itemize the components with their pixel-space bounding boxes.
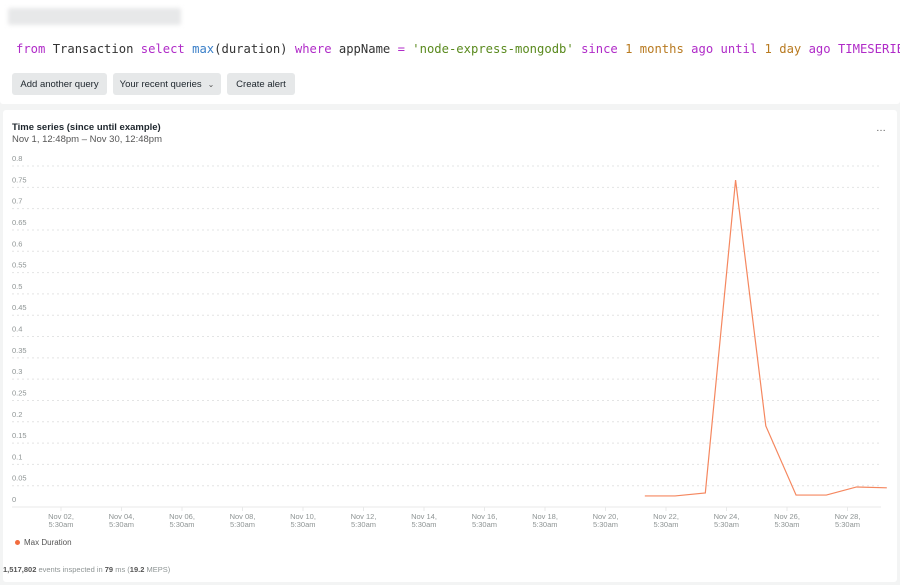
- y-tick-label: 0.65: [12, 218, 27, 227]
- footer-text: MEPS): [144, 565, 171, 574]
- y-tick-label: 0.45: [12, 303, 27, 312]
- y-tick-label: 0.35: [12, 346, 27, 355]
- x-tick-label: Nov 04, 5:30am: [109, 512, 135, 529]
- x-tick-label: Nov 20, 5:30am: [593, 512, 619, 529]
- footer-text: ms (: [113, 565, 130, 574]
- legend-label[interactable]: Max Duration: [24, 538, 72, 547]
- x-tick-label: Nov 14, 5:30am: [411, 512, 437, 529]
- query-token: day: [779, 42, 802, 56]
- recent-queries-label: Your recent queries: [119, 78, 202, 90]
- query-token: select: [140, 42, 185, 56]
- query-token: ago: [691, 42, 714, 56]
- y-tick-label: 0.8: [12, 154, 22, 163]
- query-token: [632, 42, 639, 56]
- create-alert-button[interactable]: Create alert: [227, 73, 295, 95]
- query-token: [618, 42, 625, 56]
- query-token: from: [16, 42, 46, 56]
- query-token: max: [192, 42, 215, 56]
- x-tick-label: Nov 22, 5:30am: [653, 512, 679, 529]
- query-panel: from Transaction select max(duration) wh…: [0, 0, 900, 104]
- y-tick-label: 0.1: [12, 452, 22, 461]
- query-token: since: [581, 42, 618, 56]
- y-tick-label: 0.7: [12, 197, 22, 206]
- query-token: where: [294, 42, 332, 56]
- query-token: [831, 42, 838, 56]
- x-tick-label: Nov 16, 5:30am: [472, 512, 498, 529]
- y-tick-label: 0.25: [12, 388, 27, 397]
- chevron-down-icon: ⌄: [207, 79, 215, 89]
- series-line-max-duration: [644, 179, 887, 497]
- query-token: ago: [808, 42, 831, 56]
- chart-panel: Time series (since until example) Nov 1,…: [3, 110, 897, 582]
- x-tick-label: Nov 10, 5:30am: [290, 512, 316, 529]
- query-token: Transaction: [45, 42, 141, 56]
- query-token: 'node-express-mongodb': [412, 42, 574, 56]
- query-token: [574, 42, 581, 56]
- line-chart: 0 0.05 0.1 0.15 0.2 0.25 0.3 0.35 0.4 0.45 0.5 0.55…: [12, 154, 887, 529]
- x-tick-label: Nov 02, 5:30am: [48, 512, 74, 529]
- create-alert-label: Create alert: [236, 78, 286, 90]
- x-tick-label: Nov 12, 5:30am: [351, 512, 377, 529]
- query-token: appName: [331, 42, 398, 56]
- y-tick-label: 0.3: [12, 367, 22, 376]
- legend-swatch: [15, 540, 20, 545]
- legend: Max Duration: [15, 538, 72, 547]
- x-tick-label: Nov 26, 5:30am: [774, 512, 800, 529]
- x-tick-label: Nov 08, 5:30am: [230, 512, 256, 529]
- query-token: [757, 42, 764, 56]
- y-tick-label: 0: [12, 495, 16, 504]
- add-another-query-label: Add another query: [20, 78, 99, 90]
- meps-value: 19.2: [129, 565, 145, 574]
- events-count: 1,517,802: [3, 565, 37, 574]
- query-token: [801, 42, 808, 56]
- performance-footer: 1,517,802 events inspected in 79 ms (19.…: [3, 565, 170, 574]
- x-tick-label: Nov 24, 5:30am: [714, 512, 740, 529]
- query-token: months: [639, 42, 684, 56]
- query-token: until: [720, 42, 758, 56]
- nrql-query-editor[interactable]: from Transaction select max(duration) wh…: [16, 42, 900, 56]
- x-tick-label: Nov 28, 5:30am: [835, 512, 861, 529]
- query-token: [713, 42, 720, 56]
- y-tick-label: 0.5: [12, 282, 22, 291]
- y-tick-label: 0.4: [12, 325, 22, 334]
- query-token: TIMESERIES: [837, 42, 900, 56]
- query-token: 1: [764, 42, 772, 56]
- y-tick-label: 0.15: [12, 431, 27, 440]
- blurred-account-name: [8, 8, 181, 25]
- y-tick-label: 0.75: [12, 175, 27, 184]
- y-tick-label: 0.55: [12, 261, 27, 270]
- x-tick-label: Nov 06, 5:30am: [169, 512, 195, 529]
- y-tick-label: 0.6: [12, 239, 22, 248]
- y-tick-label: 0.2: [12, 410, 22, 419]
- add-another-query-button[interactable]: Add another query: [12, 73, 107, 95]
- duration-ms: 79: [104, 565, 114, 574]
- x-tick-label: Nov 18, 5:30am: [532, 512, 558, 529]
- query-token: (duration): [214, 42, 295, 56]
- recent-queries-dropdown[interactable]: Your recent queries ⌄: [113, 73, 221, 95]
- query-token: =: [397, 42, 405, 56]
- y-tick-label: 0.05: [12, 474, 27, 483]
- footer-text: events inspected in: [36, 565, 105, 574]
